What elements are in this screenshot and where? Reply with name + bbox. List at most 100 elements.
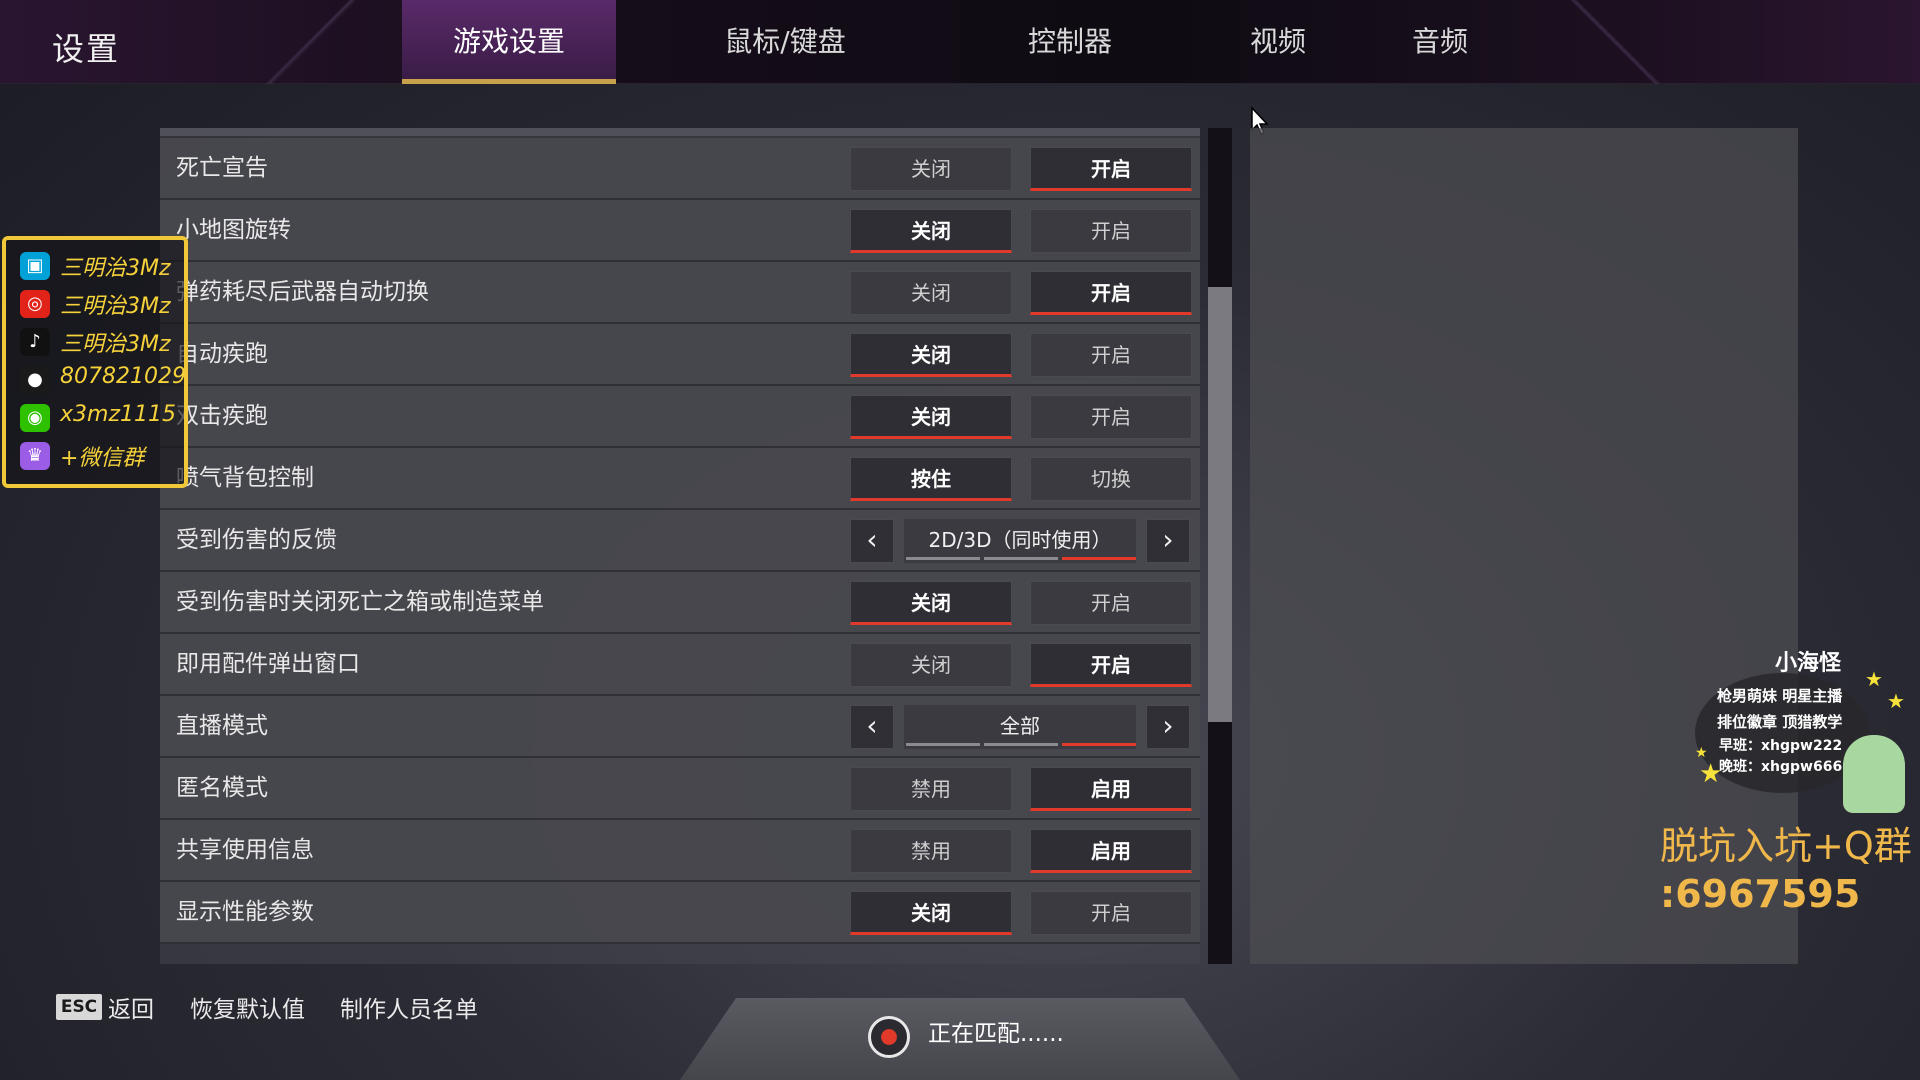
setting-row: 受到伤害时关闭死亡之箱或制造菜单 关闭 开启 [160, 572, 1200, 634]
social-handle: +微信群 [60, 446, 145, 471]
star-icon: ★ [1865, 667, 1883, 691]
tab-mouse-keyboard[interactable]: 鼠标/键盘 [700, 0, 870, 84]
setting-option-button[interactable]: 关闭 [850, 395, 1012, 439]
setting-label: 受到伤害的反馈 [176, 527, 337, 553]
social-link: ♛ +微信群 [16, 438, 188, 474]
setting-option-button[interactable]: 开启 [1030, 395, 1192, 439]
setting-option-button[interactable]: 开启 [1030, 333, 1192, 377]
carousel-indicator [984, 557, 1058, 560]
streamer-badge: 小海怪 枪男萌妹 明星主播 排位徽章 顶猎教学 早班：xhgpw222 晚班：x… [1695, 645, 1915, 820]
setting-label: 自动疾跑 [176, 341, 268, 367]
back-button[interactable]: 返回 [108, 990, 154, 1024]
setting-option-button[interactable]: 开启 [1030, 209, 1192, 253]
setting-row: 受到伤害的反馈 ‹ 2D/3D（同时使用） › [160, 510, 1200, 572]
restore-defaults-button[interactable]: 恢复默认值 [190, 990, 305, 1024]
setting-option-button[interactable]: 开启 [1030, 271, 1192, 315]
setting-label: 小地图旋转 [176, 217, 291, 243]
setting-option-button[interactable]: 禁用 [850, 829, 1012, 873]
setting-label: 即用配件弹出窗口 [176, 651, 360, 677]
tab-game-settings[interactable]: 游戏设置 [402, 0, 616, 84]
star-icon: ★ [1887, 689, 1905, 713]
setting-option-button[interactable]: 关闭 [850, 333, 1012, 377]
setting-option-button[interactable]: 关闭 [850, 581, 1012, 625]
social-link: ◉ x3mz1115 [16, 400, 188, 436]
social-handle: 三明治3Mz [60, 332, 171, 357]
setting-row: 直播模式 ‹ 全部 › [160, 696, 1200, 758]
setting-option-button[interactable]: 切换 [1030, 457, 1192, 501]
setting-row: 弹药耗尽后武器自动切换 关闭 开启 [160, 262, 1200, 324]
setting-row: 显示性能参数 关闭 开启 [160, 882, 1200, 944]
setting-label: 直播模式 [176, 713, 268, 739]
setting-option-button[interactable]: 关闭 [850, 891, 1012, 935]
tab-controller[interactable]: 控制器 [1010, 0, 1130, 84]
bilibili-icon: ▣ [20, 252, 50, 280]
setting-label: 受到伤害时关闭死亡之箱或制造菜单 [176, 589, 544, 615]
chevron-left-icon[interactable]: ‹ [850, 519, 894, 563]
social-handle: 三明治3Mz [60, 294, 171, 319]
setting-option-button[interactable]: 开启 [1030, 581, 1192, 625]
setting-row: 自动疾跑 关闭 开启 [160, 324, 1200, 386]
setting-label: 死亡宣告 [176, 155, 268, 181]
promo-text: 脱坑入坑+Q群 [1660, 824, 1912, 868]
setting-label: 匿名模式 [176, 775, 268, 801]
wechat-icon: ◉ [20, 404, 50, 432]
setting-option-button[interactable]: 启用 [1030, 767, 1192, 811]
decorative-slant [1570, 0, 1660, 84]
douyin-icon: ♪ [20, 328, 50, 356]
decorative-slant [265, 0, 355, 84]
setting-option-button[interactable]: 关闭 [850, 147, 1012, 191]
group-icon: ♛ [20, 442, 50, 470]
promo-number: :6967595 [1660, 872, 1861, 916]
setting-label: 共享使用信息 [176, 837, 314, 863]
setting-option-button[interactable]: 关闭 [850, 271, 1012, 315]
setting-row: 死亡宣告 关闭 开启 [160, 138, 1200, 200]
badge-line: 枪男萌妹 明星主播 [1717, 687, 1843, 705]
social-link: ▣ 三明治3Mz [16, 248, 188, 284]
chevron-right-icon[interactable]: › [1146, 705, 1190, 749]
setting-option-button[interactable]: 按住 [850, 457, 1012, 501]
social-handle: 三明治3Mz [60, 256, 171, 281]
setting-option-button[interactable]: 关闭 [850, 209, 1012, 253]
tab-video[interactable]: 视频 [1230, 0, 1326, 84]
dinosaur-mascot-icon [1843, 735, 1905, 813]
esc-key-icon: ESC [56, 994, 102, 1020]
badge-line: 排位徽章 顶猎教学 [1717, 713, 1843, 731]
badge-line: 晚班：xhgpw666 [1719, 759, 1843, 775]
carousel-indicator [1062, 557, 1136, 560]
chevron-right-icon[interactable]: › [1146, 519, 1190, 563]
setting-option-button[interactable]: 关闭 [850, 643, 1012, 687]
social-link: ♪ 三明治3Mz [16, 324, 188, 360]
netease-music-icon: ◎ [20, 290, 50, 318]
setting-row: 匿名模式 禁用 启用 [160, 758, 1200, 820]
setting-row: 喷气背包控制 按住 切换 [160, 448, 1200, 510]
setting-label: 双击疾跑 [176, 403, 268, 429]
setting-row: 双击疾跑 关闭 开启 [160, 386, 1200, 448]
setting-option-button[interactable]: 开启 [1030, 147, 1192, 191]
social-handle: 807821029 [60, 364, 186, 389]
scrollbar-thumb[interactable] [1208, 286, 1232, 722]
qq-icon: ● [20, 366, 50, 394]
star-icon: ★ [1699, 759, 1723, 789]
matchmaking-status: 正在匹配...... [928, 1021, 1064, 1047]
social-links-overlay: ▣ 三明治3Mz ◎ 三明治3Mz ♪ 三明治3Mz ● 807821029 ◉ x3mz1115… [2, 236, 188, 488]
tab-audio[interactable]: 音频 [1392, 0, 1488, 84]
setting-option-button[interactable]: 禁用 [850, 767, 1012, 811]
setting-label: 喷气背包控制 [176, 465, 314, 491]
top-nav-bar: 设置 游戏设置 鼠标/键盘 控制器 视频 音频 [0, 0, 1920, 84]
carousel-indicator [906, 743, 980, 746]
credits-button[interactable]: 制作人员名单 [340, 990, 478, 1024]
setting-option-button[interactable]: 启用 [1030, 829, 1192, 873]
badge-name: 小海怪 [1775, 651, 1842, 676]
matchmaking-spinner-icon [868, 1016, 910, 1058]
setting-row: 共享使用信息 禁用 启用 [160, 820, 1200, 882]
setting-option-button[interactable]: 开启 [1030, 891, 1192, 935]
chevron-left-icon[interactable]: ‹ [850, 705, 894, 749]
setting-option-button[interactable]: 开启 [1030, 643, 1192, 687]
page-title: 设置 [52, 30, 121, 68]
social-handle: x3mz1115 [60, 402, 176, 427]
carousel-indicator [906, 557, 980, 560]
setting-label: 显示性能参数 [176, 899, 314, 925]
settings-list[interactable]: 死亡宣告 关闭 开启 小地图旋转 关闭 开启 弹药耗尽后武器自动切换 关闭 开启 自动疾跑 关闭 开启… [160, 128, 1200, 964]
carousel-indicator [984, 743, 1058, 746]
carousel-indicator [1062, 743, 1136, 746]
